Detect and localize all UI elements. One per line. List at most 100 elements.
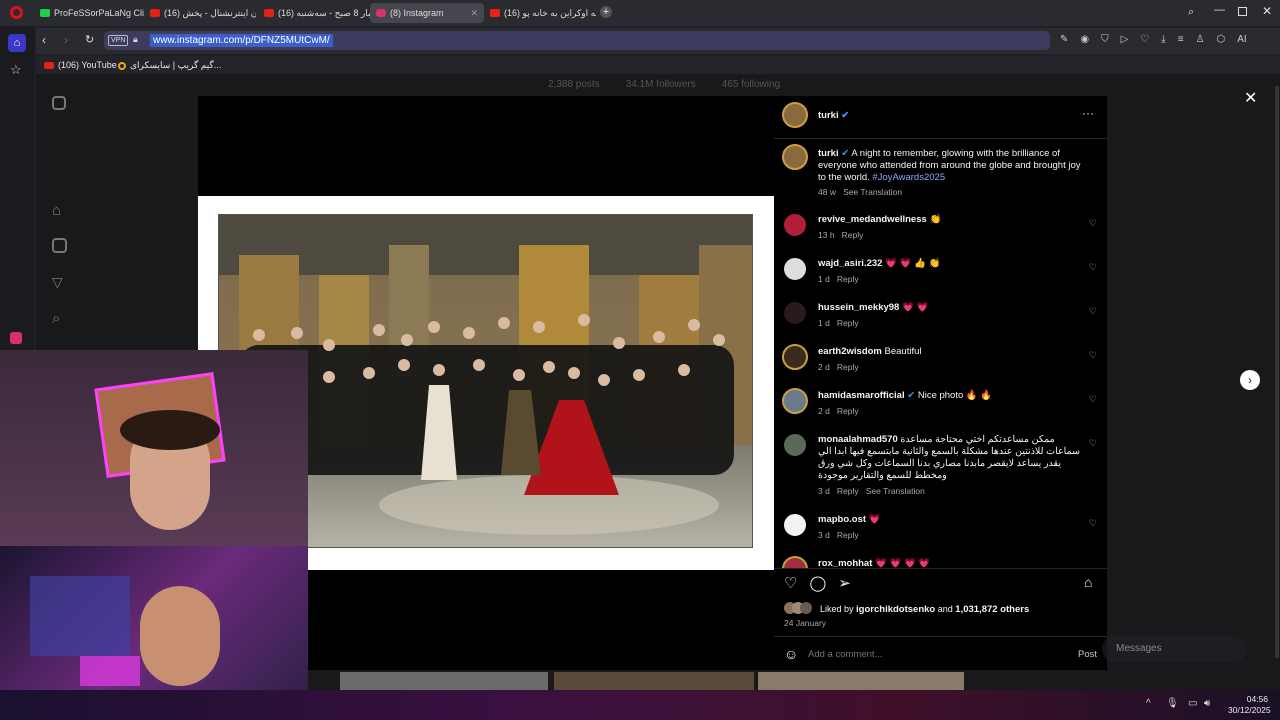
comment-username[interactable]: hussein_mekky98 xyxy=(818,302,899,313)
more-options-icon[interactable]: ··· xyxy=(1082,106,1094,120)
reply-link[interactable]: Reply xyxy=(837,274,859,284)
save-icon[interactable]: ⌂ xyxy=(1084,574,1092,590)
menu-icon[interactable]: ≡ xyxy=(1178,34,1184,45)
commenter-avatar[interactable] xyxy=(782,344,808,370)
next-post-icon[interactable]: › xyxy=(1240,370,1260,390)
like-comment-icon[interactable]: ♡ xyxy=(1089,350,1097,361)
bookmark-youtube[interactable]: (106) YouTube xyxy=(44,60,117,70)
vpn-badge[interactable]: VPN xyxy=(108,35,129,46)
commenter-avatar[interactable] xyxy=(782,300,808,326)
reply-link[interactable]: Reply xyxy=(837,406,859,416)
home-icon[interactable]: ⌂ xyxy=(8,34,26,52)
commenter-avatar[interactable] xyxy=(782,512,808,538)
reply-link[interactable]: Reply xyxy=(837,318,859,328)
commenter-avatar[interactable] xyxy=(782,388,808,414)
star-icon[interactable]: ☆ xyxy=(10,62,22,78)
reels-icon[interactable] xyxy=(52,238,67,253)
grid-thumbnail[interactable] xyxy=(758,672,964,690)
comment-username[interactable]: rox_mohhat xyxy=(818,558,872,568)
close-tab-icon[interactable]: ✕ xyxy=(470,8,478,19)
camera-icon[interactable]: ◉ xyxy=(1080,34,1089,45)
scrollbar[interactable] xyxy=(1275,86,1279,658)
search-tabs-icon[interactable]: ⌕ xyxy=(1188,6,1194,19)
maximize-button[interactable] xyxy=(1238,7,1247,16)
like-comment-icon[interactable]: ♡ xyxy=(1089,218,1097,229)
search-icon[interactable]: ⌕ xyxy=(52,310,60,327)
comment-meta: 3 d Reply See Translation xyxy=(818,486,925,496)
grid-thumbnail[interactable] xyxy=(340,672,548,690)
like-comment-icon[interactable]: ♡ xyxy=(1089,262,1097,273)
reply-link[interactable]: Reply xyxy=(837,486,859,496)
commenter-avatar[interactable] xyxy=(782,556,808,568)
new-tab-button[interactable]: + xyxy=(600,6,612,18)
minimize-button[interactable]: — xyxy=(1214,4,1225,16)
back-icon[interactable]: ‹ xyxy=(42,33,46,47)
close-modal-icon[interactable]: ✕ xyxy=(1244,88,1257,108)
author-avatar[interactable] xyxy=(782,102,808,128)
instagram-logo-icon[interactable] xyxy=(52,96,66,110)
download-icon[interactable]: ⤓ xyxy=(1161,34,1165,45)
likes-count[interactable]: 1,031,872 others xyxy=(955,604,1029,615)
tray-chevron-icon[interactable]: ^ xyxy=(1146,698,1151,709)
edit-icon[interactable]: ✎ xyxy=(1060,34,1068,45)
reply-link[interactable]: Reply xyxy=(837,530,859,540)
opera-logo-icon[interactable] xyxy=(10,6,23,19)
reload-icon[interactable]: ↻ xyxy=(85,33,94,46)
add-comment-input[interactable] xyxy=(808,647,1058,661)
commenter-avatar[interactable] xyxy=(782,212,808,238)
like-comment-icon[interactable]: ♡ xyxy=(1089,438,1097,449)
hashtag-link[interactable]: #JoyAwards2025 xyxy=(872,172,945,183)
volume-icon[interactable]: 🔊︎ xyxy=(1204,698,1210,709)
emoji-icon[interactable]: ☺ xyxy=(784,646,798,662)
comment-icon[interactable]: ◯ xyxy=(809,574,826,592)
author-username[interactable]: turki ✔︎ xyxy=(818,110,849,121)
shield-icon[interactable]: ⛉ xyxy=(1101,34,1109,45)
comment-username[interactable]: wajd_asiri.232 xyxy=(818,258,882,269)
bookmarks-bar: (106) YouTube گیم گریپ | سایسکرای... xyxy=(36,56,1280,74)
heart-icon[interactable]: ♡ xyxy=(1140,34,1149,45)
tab-akhbar[interactable]: (16) اخبار 8 صبح - سه‌شنبه xyxy=(258,3,370,23)
comment-username[interactable]: revive_medandwellness xyxy=(818,214,927,225)
profile-icon[interactable]: ♙ xyxy=(1196,34,1205,45)
liked-by-user[interactable]: igorchikdotsenko xyxy=(856,604,935,615)
commenter-avatar[interactable] xyxy=(782,432,808,458)
author-name[interactable]: turki xyxy=(818,110,839,121)
comment-username[interactable]: earth2wisdom xyxy=(818,346,882,357)
comment-username[interactable]: monaalahmad570 xyxy=(818,434,898,445)
bookmark-game[interactable]: گیم گریپ | سایسکرای... xyxy=(118,60,221,71)
instagram-small-icon[interactable] xyxy=(10,332,22,344)
forward-icon[interactable]: › xyxy=(64,33,68,47)
home-icon[interactable]: ⌂ xyxy=(52,202,61,219)
cube-icon[interactable]: ⬡ xyxy=(1217,34,1226,45)
like-comment-icon[interactable]: ♡ xyxy=(1089,306,1097,317)
explore-icon[interactable]: ▽ xyxy=(52,274,63,291)
like-comment-icon[interactable]: ♡ xyxy=(1089,518,1097,529)
tab-instagram[interactable]: (8) Instagram ✕ xyxy=(370,3,484,23)
see-translation-link[interactable]: See Translation xyxy=(866,486,925,496)
tab-ukraine[interactable]: (16) حمله اوکراین به خانه پو xyxy=(484,3,596,23)
see-translation-link[interactable]: See Translation xyxy=(843,187,902,197)
reply-link[interactable]: Reply xyxy=(837,362,859,372)
tab-professor-clips[interactable]: ProFeSSorPaLaNg Clips - xyxy=(34,3,144,23)
caption-username[interactable]: turki xyxy=(818,148,839,159)
post-comment-button[interactable]: Post xyxy=(1078,649,1097,660)
comment-username[interactable]: hamidasmarofficial xyxy=(818,390,905,401)
like-comment-icon[interactable]: ♡ xyxy=(1089,394,1097,405)
network-icon[interactable]: ▭ xyxy=(1188,698,1197,709)
commenter-avatar[interactable] xyxy=(782,256,808,282)
play-icon[interactable]: ▷ xyxy=(1121,34,1129,45)
like-icon[interactable]: ♡ xyxy=(784,574,797,592)
caption-avatar[interactable] xyxy=(782,144,808,170)
share-icon[interactable]: ➢ xyxy=(838,574,851,592)
tab-iran-international[interactable]: (16) ایران اینترنشنال - پخش xyxy=(144,3,256,23)
tab-label: (16) حمله اوکراین به خانه پو xyxy=(504,7,596,18)
url-text[interactable]: www.instagram.com/p/DFNZ5MUtCwM/ xyxy=(150,34,333,47)
aria-ai-button[interactable]: AI xyxy=(1237,34,1246,45)
grid-thumbnail[interactable] xyxy=(554,672,754,690)
microphone-icon[interactable]: 🎙︎ xyxy=(1166,698,1179,709)
comment-username[interactable]: mapbo.ost xyxy=(818,514,866,525)
messages-label[interactable]: Messages xyxy=(1116,643,1162,654)
reply-link[interactable]: Reply xyxy=(842,230,864,240)
clock[interactable]: 04:56 30/12/2025 xyxy=(1228,694,1271,716)
close-window-button[interactable]: ✕ xyxy=(1262,4,1272,18)
